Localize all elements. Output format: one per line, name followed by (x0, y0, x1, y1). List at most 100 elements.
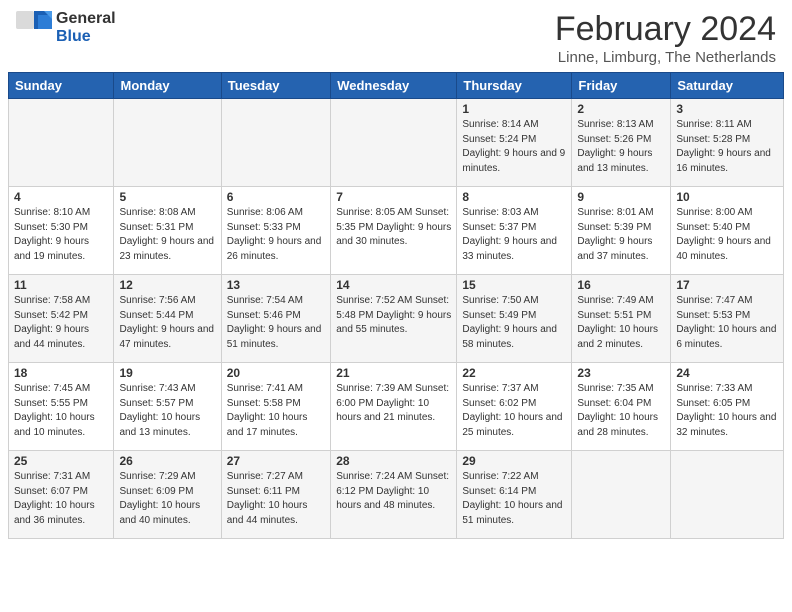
calendar-cell: 7Sunrise: 8:05 AM Sunset: 5:35 PM Daylig… (331, 187, 457, 275)
day-number: 21 (336, 366, 451, 380)
page-title: February 2024 (555, 10, 776, 49)
calendar-week-row: 18 Sunrise: 7:45 AM Sunset: 5:55 PM Dayli… (9, 363, 784, 451)
calendar-cell: 25Sunrise: 7:31 AM Sunset: 6:07 PM Dayli… (9, 451, 114, 539)
day-info: Sunrise: 7:22 AM Sunset: 6:14 PM Dayligh… (462, 470, 566, 528)
calendar-cell: 9 Sunrise: 8:01 AM Sunset: 5:39 PM Daylig… (572, 187, 671, 275)
calendar-cell: 5 Sunrise: 8:08 AM Sunset: 5:31 PM Daylig… (114, 187, 221, 275)
day-info: Sunrise: 7:49 AM Sunset: 5:51 PM Dayligh… (577, 294, 665, 352)
day-number: 10 (676, 190, 778, 204)
calendar-cell: 21 Sunrise: 7:39 AM Sunset: 6:00 PM Dayli… (331, 363, 457, 451)
calendar-cell (671, 451, 784, 539)
calendar-cell: 8 Sunrise: 8:03 AM Sunset: 5:37 PM Daylig… (457, 187, 572, 275)
day-info: Sunrise: 8:10 AM Sunset: 5:30 PM Dayligh… (14, 206, 108, 264)
day-number: 15 (462, 278, 566, 292)
calendar-week-row: 1 Sunrise: 8:14 AM Sunset: 5:24 PM Daylig… (9, 99, 784, 187)
calendar-wrapper: SundayMondayTuesdayWednesdayThursdayFrid… (0, 72, 792, 547)
day-info: Sunrise: 7:43 AM Sunset: 5:57 PM Dayligh… (119, 382, 215, 440)
calendar-cell: 18 Sunrise: 7:45 AM Sunset: 5:55 PM Dayli… (9, 363, 114, 451)
logo-text: General Blue (56, 10, 116, 47)
calendar-cell: 23 Sunrise: 7:35 AM Sunset: 6:04 PM Dayli… (572, 363, 671, 451)
title-block: February 2024 Linne, Limburg, The Nether… (555, 10, 776, 66)
day-number: 8 (462, 190, 566, 204)
day-number: 18 (14, 366, 108, 380)
calendar-cell: 28 Sunrise: 7:24 AM Sunset: 6:12 PM Dayli… (331, 451, 457, 539)
day-info: Sunrise: 7:33 AM Sunset: 6:05 PM Dayligh… (676, 382, 778, 440)
day-info: Sunrise: 7:41 AM Sunset: 5:58 PM Dayligh… (227, 382, 325, 440)
calendar-cell: 16 Sunrise: 7:49 AM Sunset: 5:51 PM Dayli… (572, 275, 671, 363)
col-header-wednesday: Wednesday (331, 73, 457, 99)
day-info: Sunrise: 7:47 AM Sunset: 5:53 PM Dayligh… (676, 294, 778, 352)
calendar-cell: 4 Sunrise: 8:10 AM Sunset: 5:30 PM Daylig… (9, 187, 114, 275)
day-info: Sunrise: 7:54 AM Sunset: 5:46 PM Dayligh… (227, 294, 325, 352)
day-number: 2 (577, 102, 665, 116)
calendar-cell (572, 451, 671, 539)
page-subtitle: Linne, Limburg, The Netherlands (555, 49, 776, 66)
calendar-cell (114, 99, 221, 187)
day-number: 23 (577, 366, 665, 380)
day-number: 28 (336, 454, 451, 468)
calendar-week-row: 4 Sunrise: 8:10 AM Sunset: 5:30 PM Daylig… (9, 187, 784, 275)
day-info: Sunrise: 7:52 AM Sunset: 5:48 PM Dayligh… (336, 294, 451, 338)
col-header-monday: Monday (114, 73, 221, 99)
day-number: 16 (577, 278, 665, 292)
col-header-tuesday: Tuesday (221, 73, 330, 99)
day-info: Sunrise: 7:50 AM Sunset: 5:49 PM Dayligh… (462, 294, 566, 352)
calendar-cell: 1 Sunrise: 8:14 AM Sunset: 5:24 PM Daylig… (457, 99, 572, 187)
day-info: Sunrise: 7:29 AM Sunset: 6:09 PM Dayligh… (119, 470, 215, 528)
header-row: SundayMondayTuesdayWednesdayThursdayFrid… (9, 73, 784, 99)
col-header-saturday: Saturday (671, 73, 784, 99)
day-info: Sunrise: 7:45 AM Sunset: 5:55 PM Dayligh… (14, 382, 108, 440)
day-info: Sunrise: 8:11 AM Sunset: 5:28 PM Dayligh… (676, 118, 778, 176)
calendar-cell: 29Sunrise: 7:22 AM Sunset: 6:14 PM Dayli… (457, 451, 572, 539)
calendar-week-row: 25Sunrise: 7:31 AM Sunset: 6:07 PM Dayli… (9, 451, 784, 539)
day-info: Sunrise: 7:31 AM Sunset: 6:07 PM Dayligh… (14, 470, 108, 528)
day-info: Sunrise: 8:08 AM Sunset: 5:31 PM Dayligh… (119, 206, 215, 264)
day-number: 19 (119, 366, 215, 380)
day-number: 4 (14, 190, 108, 204)
day-number: 1 (462, 102, 566, 116)
calendar-cell (221, 99, 330, 187)
calendar-body: 1 Sunrise: 8:14 AM Sunset: 5:24 PM Daylig… (9, 99, 784, 539)
day-info: Sunrise: 8:01 AM Sunset: 5:39 PM Dayligh… (577, 206, 665, 264)
day-info: Sunrise: 8:14 AM Sunset: 5:24 PM Dayligh… (462, 118, 566, 176)
day-number: 12 (119, 278, 215, 292)
calendar-cell: 12 Sunrise: 7:56 AM Sunset: 5:44 PM Dayli… (114, 275, 221, 363)
calendar-cell (331, 99, 457, 187)
calendar-cell: 24 Sunrise: 7:33 AM Sunset: 6:05 PM Dayli… (671, 363, 784, 451)
day-info: Sunrise: 8:03 AM Sunset: 5:37 PM Dayligh… (462, 206, 566, 264)
calendar-cell: 22 Sunrise: 7:37 AM Sunset: 6:02 PM Dayli… (457, 363, 572, 451)
day-number: 7 (336, 190, 451, 204)
calendar-cell: 15 Sunrise: 7:50 AM Sunset: 5:49 PM Dayli… (457, 275, 572, 363)
calendar-cell: 3 Sunrise: 8:11 AM Sunset: 5:28 PM Daylig… (671, 99, 784, 187)
calendar-cell: 17Sunrise: 7:47 AM Sunset: 5:53 PM Dayli… (671, 275, 784, 363)
calendar-table: SundayMondayTuesdayWednesdayThursdayFrid… (8, 72, 784, 539)
calendar-cell: 14Sunrise: 7:52 AM Sunset: 5:48 PM Dayli… (331, 275, 457, 363)
day-info: Sunrise: 8:13 AM Sunset: 5:26 PM Dayligh… (577, 118, 665, 176)
day-number: 3 (676, 102, 778, 116)
calendar-cell: 20 Sunrise: 7:41 AM Sunset: 5:58 PM Dayli… (221, 363, 330, 451)
day-number: 26 (119, 454, 215, 468)
day-number: 27 (227, 454, 325, 468)
day-info: Sunrise: 7:37 AM Sunset: 6:02 PM Dayligh… (462, 382, 566, 440)
day-info: Sunrise: 7:35 AM Sunset: 6:04 PM Dayligh… (577, 382, 665, 440)
day-info: Sunrise: 7:56 AM Sunset: 5:44 PM Dayligh… (119, 294, 215, 352)
calendar-header: SundayMondayTuesdayWednesdayThursdayFrid… (9, 73, 784, 99)
day-number: 5 (119, 190, 215, 204)
calendar-cell: 27Sunrise: 7:27 AM Sunset: 6:11 PM Dayli… (221, 451, 330, 539)
day-number: 24 (676, 366, 778, 380)
col-header-sunday: Sunday (9, 73, 114, 99)
day-number: 22 (462, 366, 566, 380)
day-number: 20 (227, 366, 325, 380)
day-info: Sunrise: 7:24 AM Sunset: 6:12 PM Dayligh… (336, 470, 451, 514)
calendar-cell: 13 Sunrise: 7:54 AM Sunset: 5:46 PM Dayli… (221, 275, 330, 363)
day-info: Sunrise: 7:58 AM Sunset: 5:42 PM Dayligh… (14, 294, 108, 352)
day-number: 13 (227, 278, 325, 292)
calendar-cell: 2 Sunrise: 8:13 AM Sunset: 5:26 PM Daylig… (572, 99, 671, 187)
day-number: 6 (227, 190, 325, 204)
day-info: Sunrise: 7:39 AM Sunset: 6:00 PM Dayligh… (336, 382, 451, 426)
calendar-cell: 6Sunrise: 8:06 AM Sunset: 5:33 PM Daylig… (221, 187, 330, 275)
day-info: Sunrise: 8:00 AM Sunset: 5:40 PM Dayligh… (676, 206, 778, 264)
calendar-cell: 19 Sunrise: 7:43 AM Sunset: 5:57 PM Dayli… (114, 363, 221, 451)
calendar-cell: 26 Sunrise: 7:29 AM Sunset: 6:09 PM Dayli… (114, 451, 221, 539)
day-number: 9 (577, 190, 665, 204)
